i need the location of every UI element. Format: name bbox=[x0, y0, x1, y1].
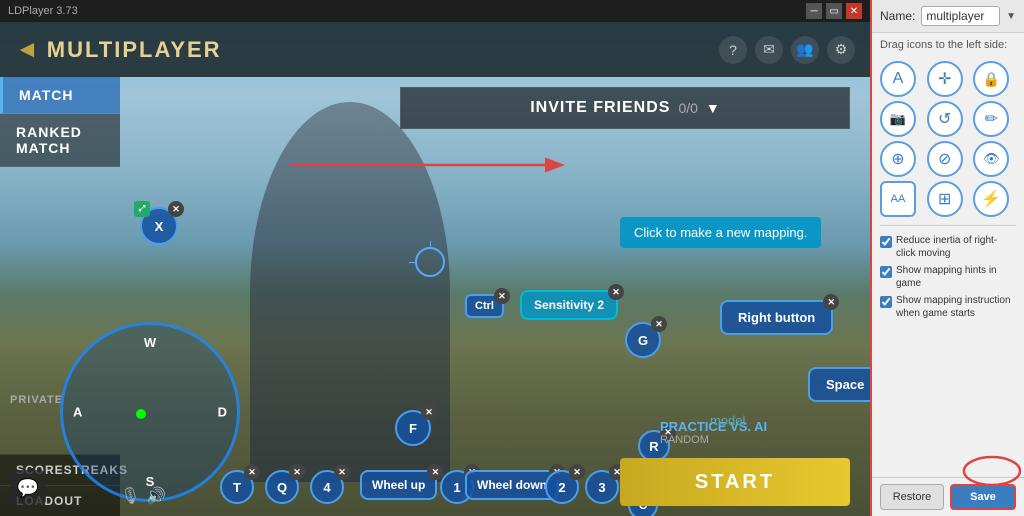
minimize-button[interactable]: ─ bbox=[806, 3, 822, 19]
three-key-button[interactable]: 3 ✕ bbox=[585, 470, 619, 504]
palette-icon-crosshair[interactable]: ⊕ bbox=[880, 141, 916, 177]
new-mapping-hint[interactable]: Click to make a new mapping. bbox=[620, 217, 821, 248]
friends-icon[interactable]: 👥 bbox=[791, 36, 819, 64]
f-key-close[interactable]: ✕ bbox=[421, 404, 437, 420]
palette-icon-a[interactable]: A bbox=[880, 61, 916, 97]
palette-icon-aa[interactable]: AA bbox=[880, 181, 916, 217]
x-key-close[interactable]: ✕ bbox=[168, 201, 184, 217]
restore-button[interactable]: Restore bbox=[880, 484, 944, 510]
panel-divider bbox=[880, 225, 1016, 226]
f-key-button[interactable]: F ✕ bbox=[395, 410, 431, 446]
settings-icon[interactable]: ⚙ bbox=[827, 36, 855, 64]
palette-icon-camera[interactable]: 📷 bbox=[880, 101, 916, 137]
app-title: LDPlayer 3.73 bbox=[8, 5, 78, 17]
sensitivity-button[interactable]: Sensitivity 2 ✕ bbox=[520, 290, 618, 320]
joystick-w-label: W bbox=[144, 335, 156, 350]
t-key-close[interactable]: ✕ bbox=[244, 464, 260, 480]
microphone-icon[interactable]: 🎙 bbox=[120, 486, 140, 506]
palette-icon-repeat[interactable]: ↺ bbox=[927, 101, 963, 137]
mode-title: MULTIPLAYER bbox=[47, 37, 222, 63]
checkbox-row-instruction: Show mapping instruction when game start… bbox=[880, 294, 1016, 320]
joystick-area[interactable]: W A D S bbox=[60, 322, 240, 502]
menu-item-match[interactable]: MATCH bbox=[0, 77, 120, 114]
wheel-up-button[interactable]: Wheel up ✕ bbox=[360, 470, 437, 500]
checkbox-hints-label: Show mapping hints in game bbox=[896, 264, 1016, 290]
palette-icon-grid[interactable]: ⊞ bbox=[927, 181, 963, 217]
palette-icon-move[interactable]: ✛ bbox=[927, 61, 963, 97]
panel-checkboxes: Reduce inertia of right-click moving Sho… bbox=[872, 230, 1024, 328]
model-button[interactable]: model bbox=[710, 413, 745, 428]
x-key-button[interactable]: X ✕ ⤢ bbox=[140, 207, 178, 245]
ctrl-key-button[interactable]: Ctrl ✕ bbox=[465, 294, 504, 318]
close-button[interactable]: ✕ bbox=[846, 3, 862, 19]
checkbox-row-hints: Show mapping hints in game bbox=[880, 264, 1016, 290]
g-key-button[interactable]: G ✕ bbox=[625, 322, 661, 358]
two-key-button[interactable]: 2 ✕ bbox=[545, 470, 579, 504]
drag-hint-label: Drag icons to the left side: bbox=[872, 33, 1024, 57]
checkbox-row-inertia: Reduce inertia of right-click moving bbox=[880, 234, 1016, 260]
checkbox-hints[interactable] bbox=[880, 266, 892, 278]
four-key-button[interactable]: 4 ✕ bbox=[310, 470, 344, 504]
title-bar: LDPlayer 3.73 ─ ▭ ✕ bbox=[0, 0, 870, 22]
game-area: ◄ MULTIPLAYER ? ✉ 👥 ⚙ INVITE FRIENDS 0/0… bbox=[0, 22, 870, 516]
start-button[interactable]: START bbox=[620, 458, 850, 506]
name-value: multiplayer bbox=[921, 6, 1000, 26]
audio-controls: 🎙 🔊 bbox=[120, 486, 166, 506]
panel-header: Name: multiplayer ▼ bbox=[872, 0, 1024, 33]
chat-button[interactable]: 💬 bbox=[10, 470, 46, 506]
t-key-button[interactable]: T ✕ bbox=[220, 470, 254, 504]
right-panel: Name: multiplayer ▼ Drag icons to the le… bbox=[870, 0, 1024, 516]
save-button[interactable]: Save bbox=[950, 484, 1016, 510]
joystick-a-label: A bbox=[73, 405, 82, 420]
panel-action-buttons: Restore Save bbox=[872, 477, 1024, 516]
title-bar-controls: ─ ▭ ✕ bbox=[806, 3, 862, 19]
icon-palette-grid: A ✛ 🔒 📷 ↺ ✏ ⊕ ⊘ 👁 AA ⊞ ⚡ bbox=[872, 57, 1024, 221]
crosshair bbox=[415, 247, 445, 277]
g-key-close[interactable]: ✕ bbox=[651, 316, 667, 332]
menu-item-ranked[interactable]: RANKED MATCH bbox=[0, 114, 120, 167]
invite-dropdown-icon: ▼ bbox=[706, 100, 720, 116]
ctrl-key-close[interactable]: ✕ bbox=[494, 288, 510, 304]
palette-icon-edit[interactable]: ✏ bbox=[973, 101, 1009, 137]
top-right-icons: ? ✉ 👥 ⚙ bbox=[719, 36, 870, 64]
palette-icon-cancel[interactable]: ⊘ bbox=[927, 141, 963, 177]
right-button[interactable]: Right button ✕ bbox=[720, 300, 833, 335]
invite-count: 0/0 bbox=[678, 100, 697, 116]
four-key-close[interactable]: ✕ bbox=[334, 464, 350, 480]
restore-button[interactable]: ▭ bbox=[826, 3, 842, 19]
joystick-position-dot bbox=[136, 409, 146, 419]
q-key-button[interactable]: Q ✕ bbox=[265, 470, 299, 504]
invite-friends-bar[interactable]: INVITE FRIENDS 0/0 ▼ bbox=[400, 87, 850, 129]
checkbox-inertia[interactable] bbox=[880, 236, 892, 248]
top-navigation-bar: ◄ MULTIPLAYER ? ✉ 👥 ⚙ bbox=[0, 22, 870, 77]
joystick-d-label: D bbox=[218, 405, 227, 420]
palette-icon-lock[interactable]: 🔒 bbox=[973, 61, 1009, 97]
mail-icon[interactable]: ✉ bbox=[755, 36, 783, 64]
back-button[interactable]: ◄ MULTIPLAYER bbox=[0, 36, 237, 64]
help-icon[interactable]: ? bbox=[719, 36, 747, 64]
checkbox-instruction[interactable] bbox=[880, 296, 892, 308]
speaker-icon[interactable]: 🔊 bbox=[146, 486, 166, 506]
name-label: Name: bbox=[880, 9, 915, 23]
invite-label: INVITE FRIENDS bbox=[530, 99, 670, 117]
palette-icon-bolt[interactable]: ⚡ bbox=[973, 181, 1009, 217]
sens-key-close[interactable]: ✕ bbox=[608, 284, 624, 300]
private-label: PRIVATE bbox=[10, 394, 63, 406]
x-key-move-handle[interactable]: ⤢ bbox=[134, 201, 150, 217]
checkbox-inertia-label: Reduce inertia of right-click moving bbox=[896, 234, 1016, 260]
two-key-close[interactable]: ✕ bbox=[569, 464, 585, 480]
palette-icon-eye[interactable]: 👁 bbox=[973, 141, 1009, 177]
left-menu: MATCH RANKED MATCH bbox=[0, 77, 120, 167]
back-arrow-icon: ◄ bbox=[15, 36, 39, 64]
space-button[interactable]: Space ✕ bbox=[808, 367, 870, 402]
red-arrow-indicator bbox=[290, 150, 570, 180]
name-dropdown-icon[interactable]: ▼ bbox=[1006, 11, 1016, 22]
checkbox-instruction-label: Show mapping instruction when game start… bbox=[896, 294, 1016, 320]
q-key-close[interactable]: ✕ bbox=[289, 464, 305, 480]
practice-sub: RANDOM bbox=[660, 434, 767, 446]
